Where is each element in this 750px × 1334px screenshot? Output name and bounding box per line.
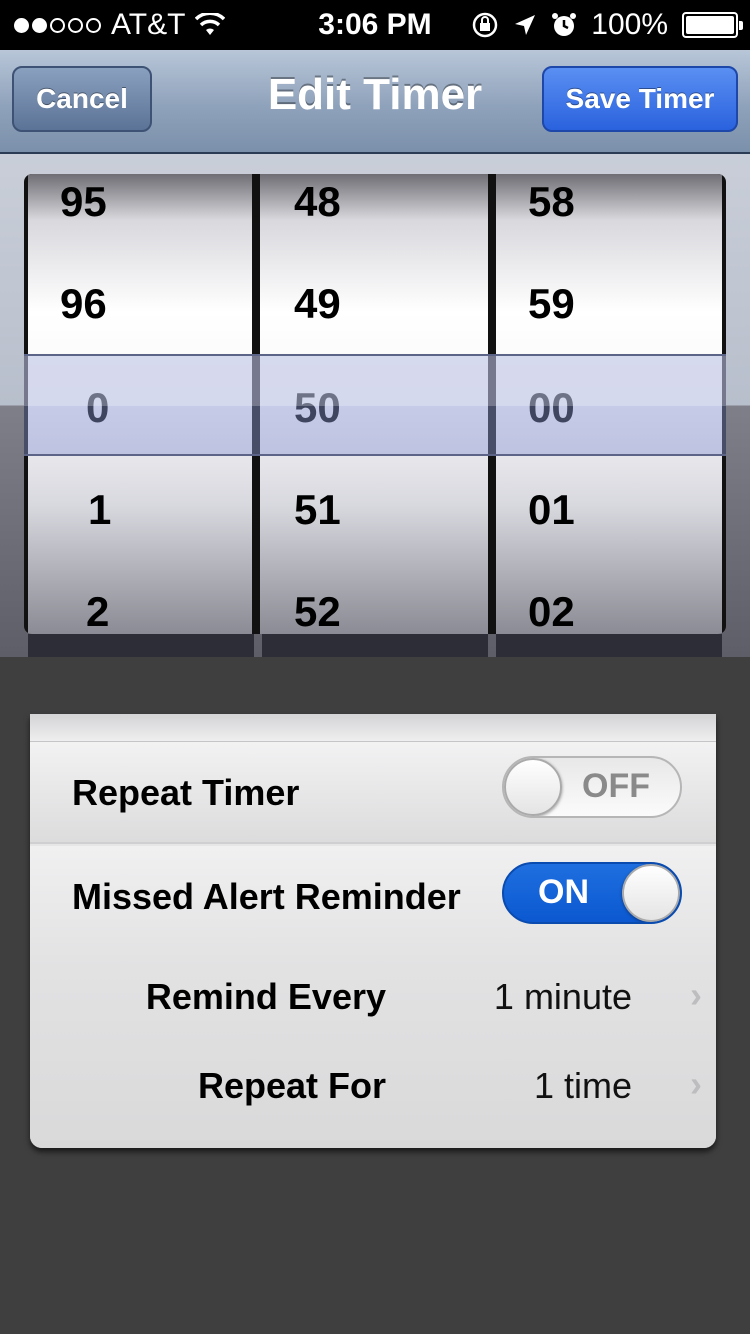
toggle-knob bbox=[504, 758, 562, 816]
remind-every-value: 1 minute bbox=[493, 976, 632, 1017]
repeat-for-label: Repeat For bbox=[197, 1065, 386, 1106]
repeat-for-value: 1 time bbox=[533, 1065, 632, 1106]
status-bar: AT&T 3:06 PM 100% bbox=[0, 0, 750, 50]
minute-value[interactable]: 51 bbox=[294, 486, 341, 534]
missed-alert-label: Missed Alert Reminder bbox=[72, 876, 461, 917]
remind-every-row[interactable]: Remind Every 1 minute › bbox=[30, 962, 716, 1032]
panel-header-strip bbox=[30, 714, 716, 742]
missed-alert-section: Missed Alert Reminder ON Remind Every 1 … bbox=[30, 846, 716, 1148]
battery-percent: 100% bbox=[591, 8, 668, 41]
repeat-timer-row: Repeat Timer OFF bbox=[30, 742, 716, 844]
settings-panel: Repeat Timer OFF Missed Alert Reminder O… bbox=[30, 714, 716, 1148]
second-value[interactable]: 02 bbox=[528, 588, 575, 634]
toggle-knob bbox=[622, 864, 680, 922]
toggle-state-text: ON bbox=[538, 873, 589, 911]
missed-alert-toggle[interactable]: ON bbox=[502, 862, 682, 924]
status-right: 100% bbox=[471, 8, 743, 42]
hour-value[interactable]: 95 bbox=[60, 178, 107, 226]
chevron-right-icon: › bbox=[690, 974, 702, 1015]
alarm-icon bbox=[552, 13, 577, 36]
minute-value[interactable]: 48 bbox=[294, 178, 341, 226]
minute-value[interactable]: 49 bbox=[294, 280, 341, 328]
hour-value[interactable]: 2 bbox=[86, 588, 109, 634]
battery-icon bbox=[682, 12, 743, 38]
repeat-for-row[interactable]: Repeat For 1 time › bbox=[30, 1051, 716, 1121]
second-value[interactable]: 59 bbox=[528, 280, 575, 328]
minute-value[interactable]: 52 bbox=[294, 588, 341, 634]
hour-value[interactable]: 1 bbox=[88, 486, 111, 534]
navigation-bar: Cancel Edit Timer Save Timer bbox=[0, 50, 750, 154]
rotation-lock-icon bbox=[473, 12, 498, 38]
repeat-timer-toggle[interactable]: OFF bbox=[502, 756, 682, 818]
second-value[interactable]: 01 bbox=[528, 486, 575, 534]
toggle-state-text: OFF bbox=[582, 767, 650, 805]
picker-selection-indicator bbox=[24, 354, 726, 456]
remind-every-label: Remind Every bbox=[145, 976, 386, 1017]
repeat-timer-label: Repeat Timer bbox=[72, 772, 300, 813]
hour-value[interactable]: 96 bbox=[60, 280, 107, 328]
chevron-right-icon: › bbox=[690, 1063, 702, 1104]
second-value[interactable]: 58 bbox=[528, 178, 575, 226]
timer-picker: 95 96 0 1 2 48 49 50 51 52 58 59 00 01 0… bbox=[0, 154, 750, 657]
save-timer-button[interactable]: Save Timer bbox=[542, 66, 738, 132]
location-arrow-icon bbox=[515, 15, 536, 35]
